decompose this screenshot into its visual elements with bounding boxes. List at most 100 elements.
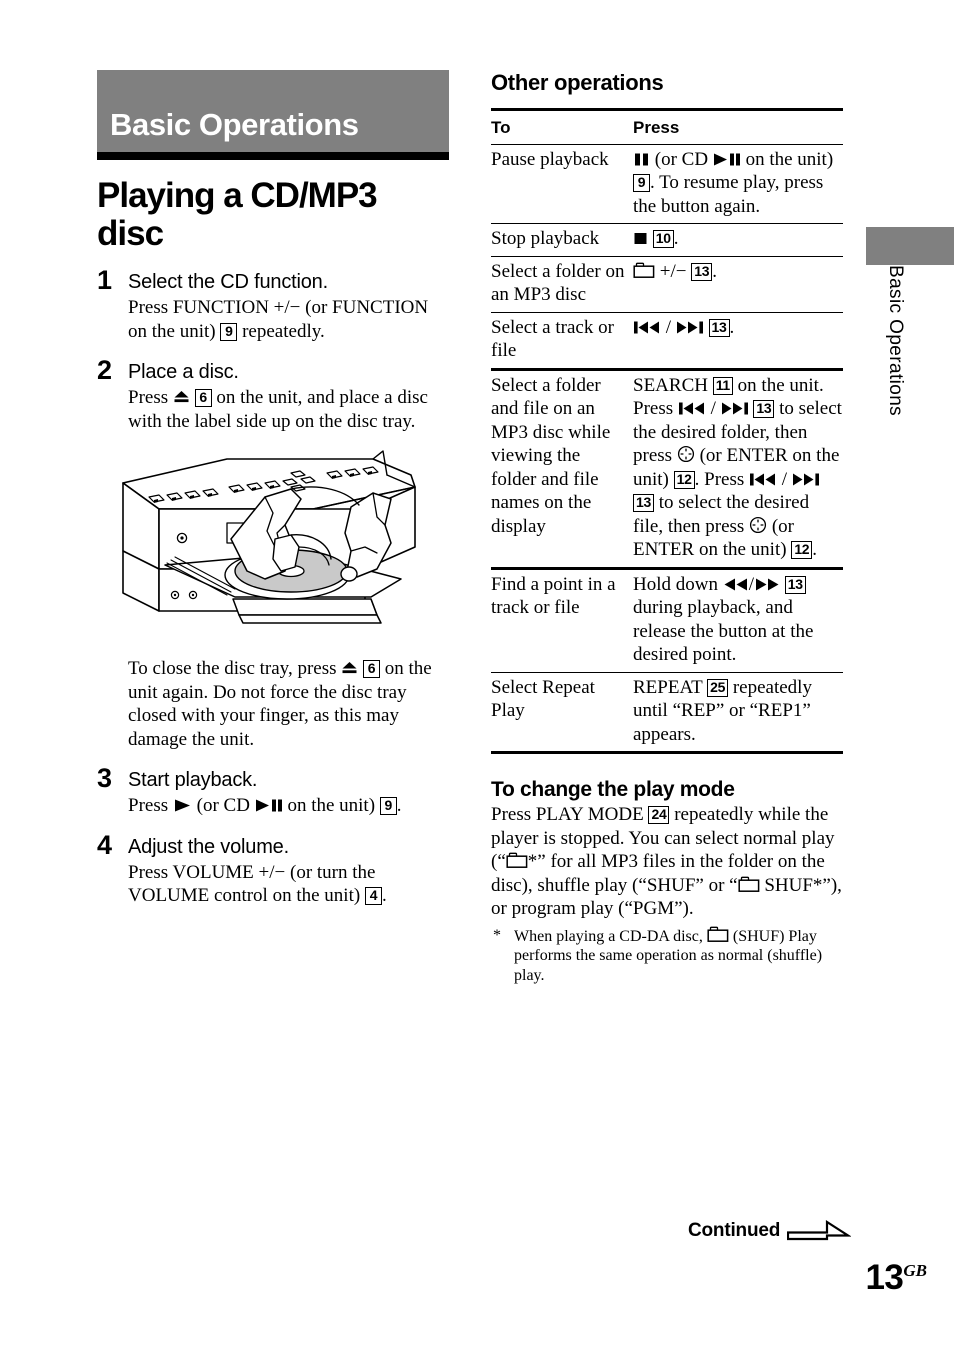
page-number: 13GB <box>865 1258 927 1298</box>
stop-icon <box>633 231 648 246</box>
ref-number-13: 13 <box>784 575 806 594</box>
ref-number-13: 13 <box>708 318 730 337</box>
ref-number-13: 13 <box>633 494 654 512</box>
step-4: 4 Adjust the volume. Press VOLUME +/− (o… <box>97 829 449 908</box>
step-1-body-post: repeatedly. <box>237 320 325 342</box>
ref-number-12: 12 <box>791 541 813 559</box>
ref-number-6: 6 <box>194 389 212 407</box>
cell-press: Hold down / 13 during playback, and rele… <box>633 573 814 666</box>
cell-press: (or CD on the unit) 9. To resume play, p… <box>633 148 834 217</box>
cell-to: Pause playback <box>491 148 609 170</box>
page-title: Playing a CD/MP3 disc <box>97 176 378 253</box>
other-operations-table: To Press Pause playback (or CD on the un… <box>491 108 843 754</box>
play-pause-icon <box>713 152 741 167</box>
next-track-icon <box>792 472 820 487</box>
step-3: 3 Start playback. Press (or CD on the un… <box>97 763 449 818</box>
cell-press: / 13. <box>633 312 843 369</box>
cell-to: Select a folder on an MP3 disc <box>491 260 625 306</box>
step-4-body-pre: Press VOLUME +/− (or turn the VOLUME con… <box>128 861 376 907</box>
table-row: Select a folder on an MP3 disc +/− 13. <box>491 256 843 312</box>
eject-icon <box>341 660 358 676</box>
next-track-icon <box>721 401 749 416</box>
table-row: Select Repeat Play REPEAT 25 repeatedly u… <box>491 672 843 753</box>
footnote-marker: * <box>493 926 501 944</box>
tray-note: To close the disc tray, press 6 on the u… <box>97 657 449 751</box>
ref-number-9: 9 <box>379 797 397 815</box>
play-icon <box>173 798 192 813</box>
step-3-body-mid: (or CD <box>191 795 255 816</box>
cell-to: Stop playback <box>491 228 600 249</box>
side-tab-block <box>866 227 954 265</box>
step-2-body-pre: Press <box>128 387 173 408</box>
ref-number-4: 4 <box>364 887 382 905</box>
ref-number-10: 10 <box>652 230 674 248</box>
cell-press: 10. <box>633 224 843 257</box>
footnote-text: When playing a CD-DA disc, (SHUF) Play p… <box>514 926 823 984</box>
play-pause-icon <box>255 798 283 813</box>
ref-number-25: 25 <box>707 678 729 697</box>
play-mode-heading: To change the play mode <box>491 778 735 801</box>
ref-number-6: 6 <box>363 660 380 678</box>
eject-icon <box>173 389 190 405</box>
step-4-body: Press VOLUME +/− (or turn the VOLUME con… <box>128 861 449 908</box>
step-3-number: 3 <box>97 763 113 793</box>
chapter-banner-rule <box>97 152 449 160</box>
cell-press: +/− 13. <box>633 256 843 312</box>
cell-press: REPEAT 25 repeatedly until “REP” or “REP… <box>633 676 812 745</box>
illustration-cd-player-loading-disc <box>115 447 445 657</box>
enter-circle-icon <box>749 516 767 534</box>
step-3-body: Press (or CD on the unit) 9. <box>128 795 402 816</box>
table-header-row: To Press <box>491 109 843 145</box>
folder-icon <box>633 262 655 279</box>
step-4-number: 4 <box>97 829 113 860</box>
rewind-icon <box>723 577 749 592</box>
prev-track-icon <box>633 320 661 335</box>
step-3-title: Start playback. <box>128 769 258 791</box>
prev-track-icon <box>678 401 706 416</box>
other-operations-heading: Other operations <box>491 70 664 95</box>
table-row: Select a track or file / 13. <box>491 312 843 369</box>
step-2-body: Press 6 on the unit, and place a disc wi… <box>128 386 449 433</box>
table-header: To Press <box>491 109 843 145</box>
step-2: 2 Place a disc. Press 6 on the unit, and… <box>97 357 449 433</box>
table-row: Pause playback (or CD on the unit) 9. To… <box>491 144 843 224</box>
ref-number-11: 11 <box>712 376 733 395</box>
page-number-value: 13 <box>865 1258 904 1297</box>
folder-icon <box>707 926 729 943</box>
folder-icon <box>506 852 528 869</box>
table-body: Pause playback (or CD on the unit) 9. To… <box>491 144 843 753</box>
column-header-to: To <box>491 109 633 145</box>
ref-number-9: 9 <box>220 322 238 341</box>
continued-label: Continued <box>688 1220 781 1241</box>
fast-forward-icon <box>754 577 780 592</box>
chapter-banner: Basic Operations <box>97 70 449 152</box>
cell-to: Select a folder and file on an MP3 disc … <box>491 374 611 537</box>
pause-icon <box>633 152 650 167</box>
ref-number-13: 13 <box>753 400 775 418</box>
arrow-right-outline-icon <box>787 1218 852 1244</box>
step-3-body-pre: Press <box>128 795 173 816</box>
prev-track-icon <box>749 472 777 487</box>
ref-number-13: 13 <box>691 262 713 281</box>
page-number-suffix: GB <box>903 1261 927 1280</box>
next-track-icon <box>676 320 704 335</box>
side-tab-label: Basic Operations <box>885 265 906 417</box>
step-1-body: Press FUNCTION +/− (or FUNCTION on the u… <box>128 296 449 343</box>
step-4-title: Adjust the volume. <box>128 835 289 858</box>
ref-number-9: 9 <box>633 174 650 192</box>
tray-note-line1-pre: To close the disc tray, press <box>128 658 342 679</box>
cell-to: Select Repeat Play <box>491 676 595 722</box>
chapter-banner-label: Basic Operations <box>110 107 359 142</box>
step-1: 1 Select the CD function. Press FUNCTION… <box>97 267 449 343</box>
table-row: Stop playback 10. <box>491 224 843 257</box>
table-row: Find a point in a track or file Hold down… <box>491 568 843 672</box>
ref-number-12: 12 <box>673 470 695 489</box>
column-header-press: Press <box>633 109 843 145</box>
left-column: Basic Operations Playing a CD/MP3 disc 1… <box>97 70 449 908</box>
cell-to: Find a point in a track or file <box>491 573 616 619</box>
play-mode-footnote: * When playing a CD-DA disc, (SHUF) Play… <box>491 926 843 986</box>
enter-circle-icon <box>677 445 695 463</box>
step-3-body-post: on the unit) <box>282 795 380 816</box>
step-4-body-post: . <box>381 885 387 906</box>
table-row: Select a folder and file on an MP3 disc … <box>491 369 843 568</box>
